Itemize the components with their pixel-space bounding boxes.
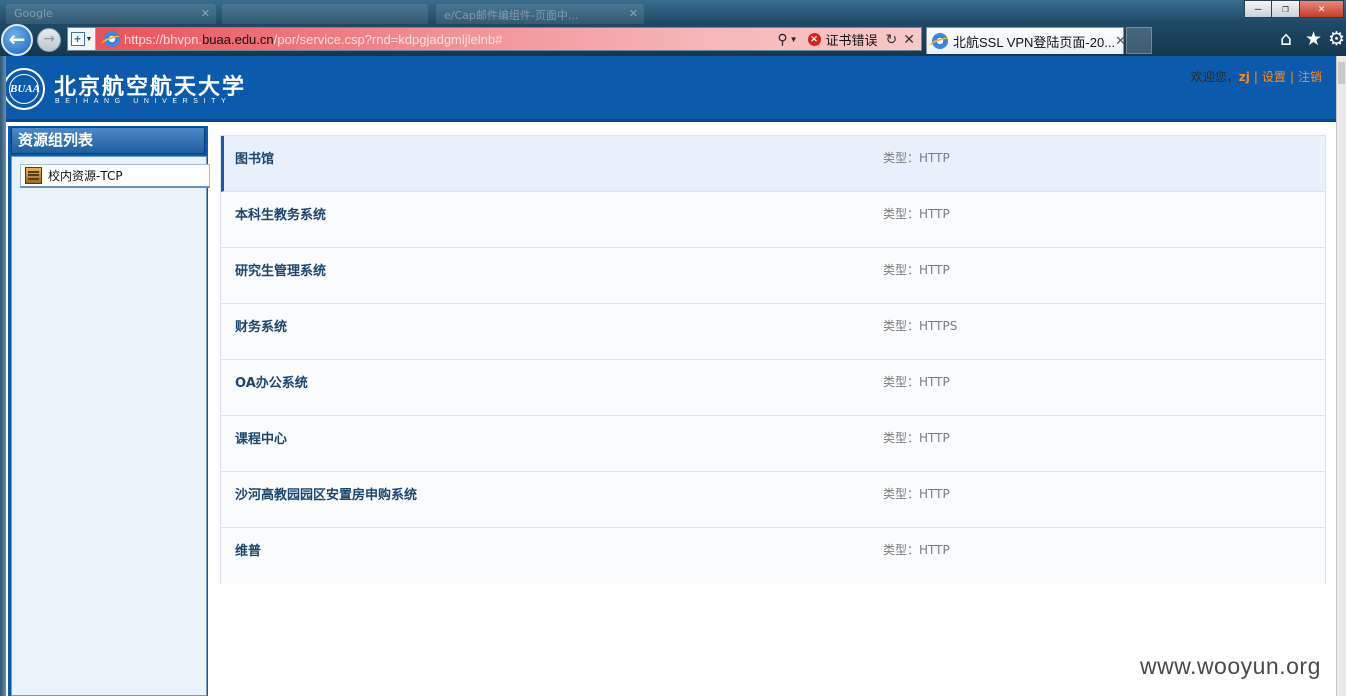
resource-row[interactable]: 本科生教务系统 类型：HTTP <box>221 192 1325 248</box>
sidebar-item-campus-tcp[interactable]: 校内资源-TCP <box>20 164 210 188</box>
new-tab-slot[interactable] <box>1126 27 1152 54</box>
user-nav: 欢迎您，zj | 设置 | 注销 <box>1191 68 1322 85</box>
certificate-error-label[interactable]: 证书错误 <box>826 30 878 49</box>
resource-type: 类型：HTTPS <box>883 319 958 333</box>
background-tab-label: e/Cap邮件编组件-页面中... <box>444 9 579 22</box>
ie-page-icon <box>104 31 120 47</box>
settings-link[interactable]: 设置 <box>1262 70 1286 84</box>
scrollbar-thumb[interactable] <box>1338 62 1345 84</box>
ie-page-icon <box>932 33 948 49</box>
university-name-en: BEIHANG UNIVERSITY <box>55 98 232 105</box>
logout-link[interactable]: 注销 <box>1298 70 1322 84</box>
sidebar-panel: 校内资源-TCP <box>11 156 210 696</box>
page-content: BUAA 北京航空航天大学 BEIHANG UNIVERSITY 欢迎您，zj |… <box>0 56 1336 696</box>
certificate-error-icon[interactable]: ✕ <box>807 32 821 46</box>
close-icon[interactable]: ✕ <box>1115 33 1126 49</box>
resource-type: 类型：HTTP <box>883 431 950 445</box>
nav-separator: | <box>1253 70 1258 84</box>
university-seal-logo: BUAA <box>3 68 45 110</box>
gear-icon[interactable]: ⚙ <box>1328 27 1345 51</box>
background-tab[interactable] <box>222 4 428 24</box>
background-tabs: Google ✕ e/Cap邮件编组件-页面中... ✕ <box>0 0 700 26</box>
resource-name[interactable]: 课程中心 <box>235 428 287 447</box>
resource-name[interactable]: 沙河高教园园区安置房申购系统 <box>235 484 417 503</box>
resource-group-icon <box>25 167 42 184</box>
resource-name[interactable]: 本科生教务系统 <box>235 204 326 223</box>
favorites-icon[interactable]: ★ <box>1305 27 1322 51</box>
sidebar-title: 资源组列表 <box>11 127 205 154</box>
new-tab-button[interactable]: + ▼ <box>68 28 96 50</box>
resource-name[interactable]: 图书馆 <box>235 148 274 167</box>
close-icon[interactable]: ✕ <box>201 7 210 20</box>
stop-icon[interactable]: ✕ <box>903 31 915 48</box>
chevron-down-icon: ▼ <box>85 35 93 43</box>
resource-name[interactable]: OA办公系统 <box>235 372 308 391</box>
resource-row[interactable]: 财务系统 类型：HTTPS <box>221 304 1325 360</box>
plus-icon: + <box>70 32 85 46</box>
tab-title: 北航SSL VPN登陆页面-20... <box>953 34 1116 50</box>
resource-name[interactable]: 研究生管理系统 <box>235 260 326 279</box>
resource-row[interactable]: 研究生管理系统 类型：HTTP <box>221 248 1325 304</box>
resource-list: 图书馆 类型：HTTP 本科生教务系统 类型：HTTP 研究生管理系统 类型：H… <box>220 135 1326 584</box>
url-prefix: https://bhvpn. <box>124 31 203 47</box>
minimize-button[interactable]: – <box>1244 0 1272 18</box>
vertical-scrollbar[interactable] <box>1336 56 1346 696</box>
active-tab[interactable]: 北航SSL VPN登陆页面-20... ✕ <box>926 27 1126 54</box>
sidebar: 资源组列表 校内资源-TCP <box>8 126 210 696</box>
chevron-down-icon[interactable]: ▼ <box>790 35 798 44</box>
resource-row[interactable]: 维普 类型：HTTP <box>221 528 1325 584</box>
browser-chrome: Google ✕ e/Cap邮件编组件-页面中... ✕ – ❐ ✕ ← → +… <box>0 0 1346 56</box>
resource-row[interactable]: OA办公系统 类型：HTTP <box>221 360 1325 416</box>
resource-name[interactable]: 财务系统 <box>235 316 287 335</box>
resource-type: 类型：HTTP <box>883 543 950 557</box>
restore-button[interactable]: ❐ <box>1272 0 1300 18</box>
home-icon[interactable]: ⌂ <box>1280 27 1292 51</box>
resource-type: 类型：HTTP <box>883 151 950 165</box>
nav-separator: | <box>1289 70 1294 84</box>
sidebar-item-label: 校内资源-TCP <box>48 169 123 183</box>
resource-name[interactable]: 维普 <box>235 540 261 559</box>
resource-row[interactable]: 沙河高教园园区安置房申购系统 类型：HTTP <box>221 472 1325 528</box>
seal-text: BUAA <box>9 74 40 104</box>
university-name-cn: 北京航空航天大学 <box>54 74 247 100</box>
url-text[interactable]: https://bhvpn.buaa.edu.cn/por/service.cs… <box>124 32 502 47</box>
resource-type: 类型：HTTP <box>883 207 950 221</box>
resource-type: 类型：HTTP <box>883 375 950 389</box>
url-suffix: /por/service.csp?rnd=kdpgjadgmljlelnb# <box>273 31 503 47</box>
background-tab-label: Google <box>14 7 53 20</box>
url-host: buaa.edu.cn <box>202 31 274 47</box>
search-icon[interactable]: ⚲ <box>777 31 787 48</box>
background-tab[interactable]: Google ✕ <box>6 4 216 24</box>
window-left-edge <box>0 56 6 696</box>
close-window-button[interactable]: ✕ <box>1300 0 1344 18</box>
resource-type: 类型：HTTP <box>883 263 950 277</box>
watermark: www.wooyun.org <box>1140 653 1321 679</box>
resource-row[interactable]: 课程中心 类型：HTTP <box>221 416 1325 472</box>
back-button[interactable]: ← <box>1 24 33 56</box>
user-name: zj <box>1238 70 1250 84</box>
resource-row[interactable]: 图书馆 类型：HTTP <box>221 136 1325 192</box>
forward-button[interactable]: → <box>37 28 61 52</box>
refresh-icon[interactable]: ↻ <box>886 31 898 48</box>
background-tab[interactable]: e/Cap邮件编组件-页面中... ✕ <box>436 4 644 24</box>
welcome-text: 欢迎您， <box>1190 70 1239 84</box>
resource-type: 类型：HTTP <box>883 487 950 501</box>
site-header: BUAA 北京航空航天大学 BEIHANG UNIVERSITY 欢迎您，zj |… <box>0 56 1336 122</box>
window-controls: – ❐ ✕ <box>1244 0 1344 18</box>
close-icon[interactable]: ✕ <box>629 7 638 20</box>
address-bar[interactable]: + ▼ https://bhvpn.buaa.edu.cn/por/servic… <box>67 27 922 51</box>
